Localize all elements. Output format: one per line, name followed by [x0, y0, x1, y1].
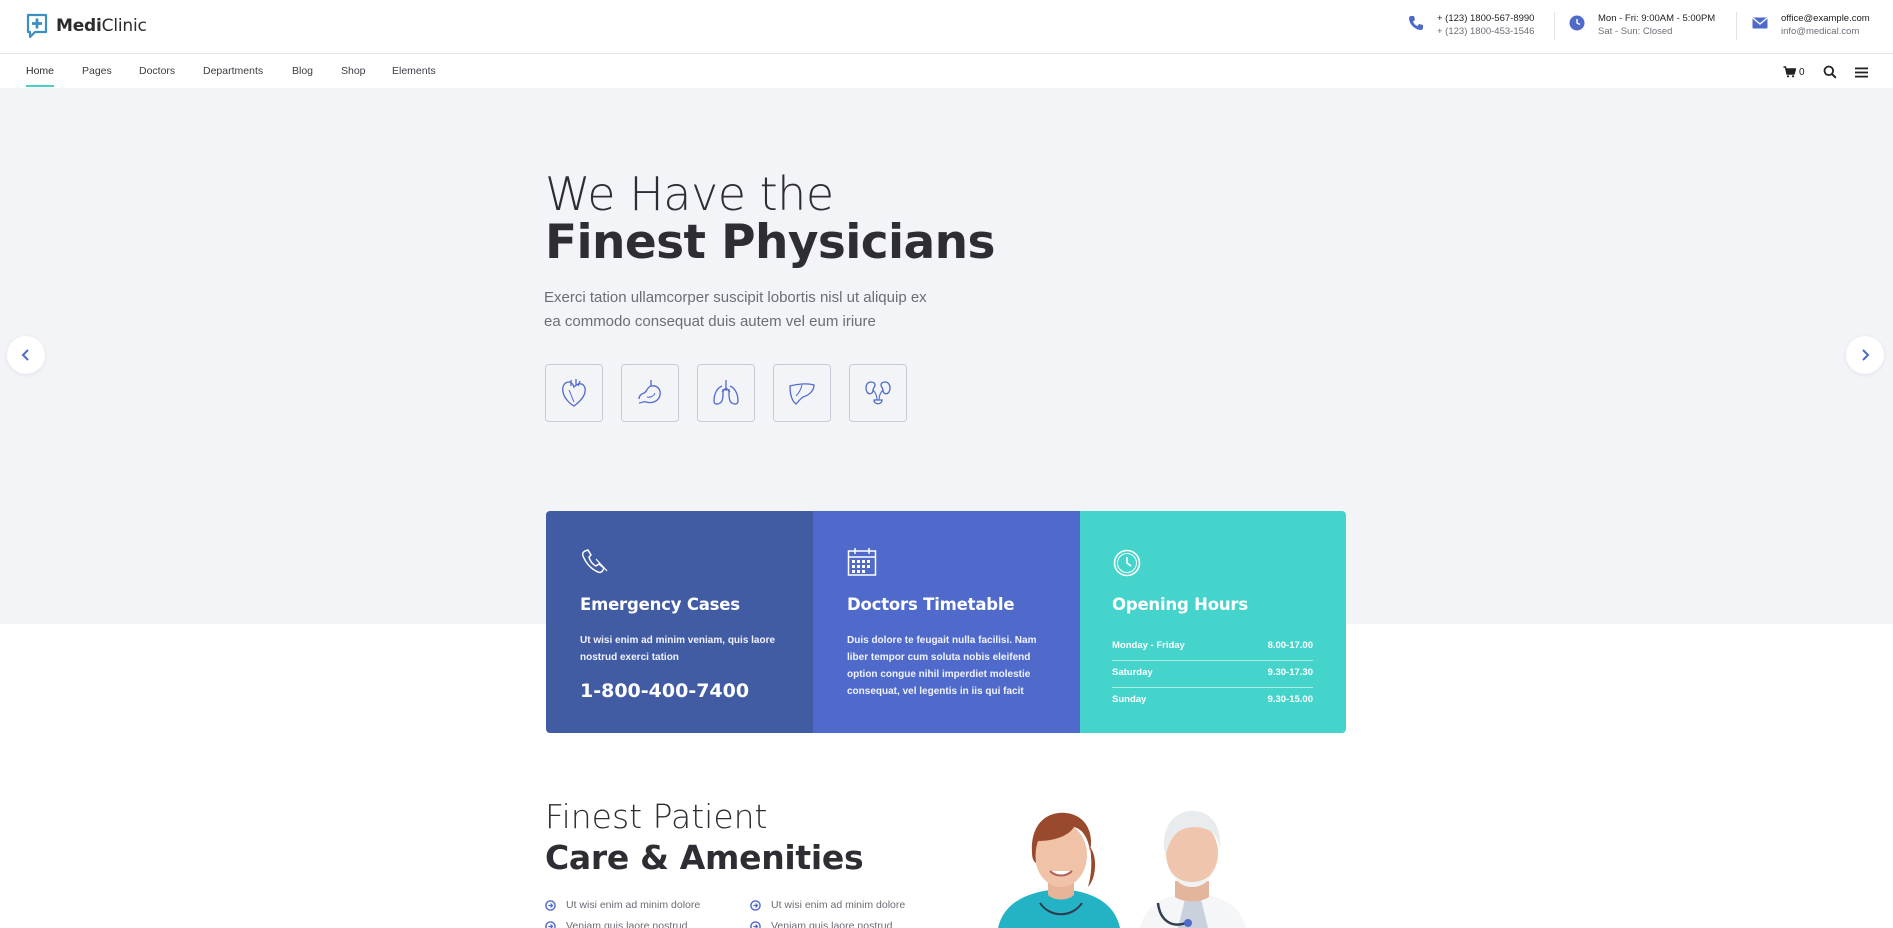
emergency-text: Ut wisi enim ad minim veniam, quis laore… [580, 635, 776, 663]
timetable-title: Doctors Timetable [847, 595, 1015, 614]
hours-day: Saturday [1112, 667, 1153, 678]
arrow-circle-icon [545, 920, 556, 928]
stomach-icon [638, 380, 661, 404]
heart-button[interactable] [545, 364, 603, 422]
arrow-circle-icon [750, 899, 761, 911]
active-nav-indicator [26, 85, 54, 87]
clock-icon [1113, 549, 1141, 577]
liver-button[interactable] [773, 364, 831, 422]
hours-weekend: Sat - Sun: Closed [1598, 26, 1673, 37]
hours-time: 9.30-15.00 [1267, 694, 1313, 705]
slider-prev-button[interactable] [7, 336, 45, 374]
logo[interactable]: MediClinic [26, 13, 147, 39]
chevron-left-icon [21, 349, 29, 361]
hours-title: Opening Hours [1112, 595, 1248, 614]
hours-row: Monday - Friday 8.00-17.00 [1112, 634, 1313, 661]
doctors-photo [990, 783, 1260, 928]
emergency-title: Emergency Cases [580, 595, 740, 614]
list-item: Veniam quis laore nostrud [750, 920, 892, 928]
phone-primary[interactable]: + (123) 1800-567-8990 [1437, 12, 1534, 25]
kidneys-button[interactable] [849, 364, 907, 422]
emergency-card: Emergency Cases Ut wisi enim ad minim ve… [546, 511, 813, 733]
slider-next-button[interactable] [1846, 336, 1884, 374]
contact-phone: + (123) 1800-567-8990 + (123) 1800-453-1… [1407, 12, 1534, 38]
emergency-phone[interactable]: 1-800-400-7400 [580, 680, 749, 702]
divider [1736, 12, 1737, 40]
hours-day: Monday - Friday [1112, 640, 1185, 651]
nav-item-blog[interactable]: Blog [292, 65, 313, 77]
nav-item-pages[interactable]: Pages [82, 65, 112, 77]
nav-item-home[interactable]: Home [26, 65, 54, 77]
info-cards: Emergency Cases Ut wisi enim ad minim ve… [546, 511, 1346, 733]
arrow-circle-icon [750, 920, 761, 928]
logo-text: MediClinic [56, 16, 147, 36]
contact-hours: Mon - Fri: 9:00AM - 5:00PM Sat - Sun: Cl… [1568, 12, 1715, 38]
mail-icon [1752, 17, 1768, 29]
hours-time: 8.00-17.00 [1267, 640, 1313, 651]
arrow-circle-icon [545, 899, 556, 911]
hours-table: Monday - Friday 8.00-17.00 Saturday 9.30… [1112, 634, 1313, 715]
nav-item-elements[interactable]: Elements [392, 65, 436, 77]
list-item: Ut wisi enim ad minim dolore [545, 899, 700, 911]
top-bar: MediClinic + (123) 1800-567-8990 + (123)… [0, 0, 1893, 54]
kidneys-icon [865, 381, 891, 405]
care-title-bold: Care & Amenities [545, 838, 864, 877]
list-item: Veniam quis laore nostrud [545, 920, 687, 928]
contact-email: office@example.com info@medical.com [1751, 12, 1870, 38]
hours-row: Sunday 9.30-15.00 [1112, 688, 1313, 715]
hero-description: Exerci tation ullamcorper suscipit lobor… [544, 289, 927, 330]
email-secondary[interactable]: info@medical.com [1781, 25, 1870, 38]
email-primary[interactable]: office@example.com [1781, 12, 1870, 25]
care-title-light: Finest Patient [545, 797, 768, 836]
lungs-icon [713, 380, 739, 405]
cart-icon [1783, 66, 1796, 78]
main-nav: Home Pages Doctors Departments Blog Shop… [0, 55, 1893, 88]
hero-title-bold: Finest Physicians [545, 215, 996, 270]
logo-icon [26, 13, 48, 39]
cart-count: 0 [1799, 66, 1805, 78]
liver-icon [789, 383, 815, 405]
hamburger-icon [1855, 67, 1868, 77]
nav-item-shop[interactable]: Shop [341, 65, 366, 77]
opening-hours-card: Opening Hours Monday - Friday 8.00-17.00… [1080, 511, 1346, 733]
nav-item-doctors[interactable]: Doctors [139, 65, 175, 77]
cart-button[interactable]: 0 [1783, 64, 1805, 80]
phone-secondary[interactable]: + (123) 1800-453-1546 [1437, 25, 1534, 38]
search-icon [1823, 65, 1837, 79]
phone-icon [1409, 16, 1423, 30]
clock-icon [1569, 15, 1585, 31]
menu-button[interactable] [1855, 64, 1868, 80]
list-item: Ut wisi enim ad minim dolore [750, 899, 905, 911]
divider [1554, 12, 1555, 40]
nav-item-departments[interactable]: Departments [203, 65, 263, 77]
phone-handset-icon [581, 549, 608, 574]
hours-day: Sunday [1112, 694, 1147, 705]
stomach-button[interactable] [621, 364, 679, 422]
hours-weekday: Mon - Fri: 9:00AM - 5:00PM [1598, 13, 1716, 24]
calendar-icon [847, 548, 877, 576]
timetable-text: Duis dolore te feugait nulla facilisi. N… [847, 635, 1037, 697]
search-button[interactable] [1823, 64, 1837, 80]
hero-title-light: We Have the [545, 167, 834, 221]
hours-row: Saturday 9.30-17.30 [1112, 661, 1313, 688]
chevron-right-icon [1862, 349, 1870, 361]
heart-icon [562, 379, 586, 407]
timetable-card: Doctors Timetable Duis dolore te feugait… [813, 511, 1080, 733]
lungs-button[interactable] [697, 364, 755, 422]
hours-time: 9.30-17.30 [1267, 667, 1313, 678]
